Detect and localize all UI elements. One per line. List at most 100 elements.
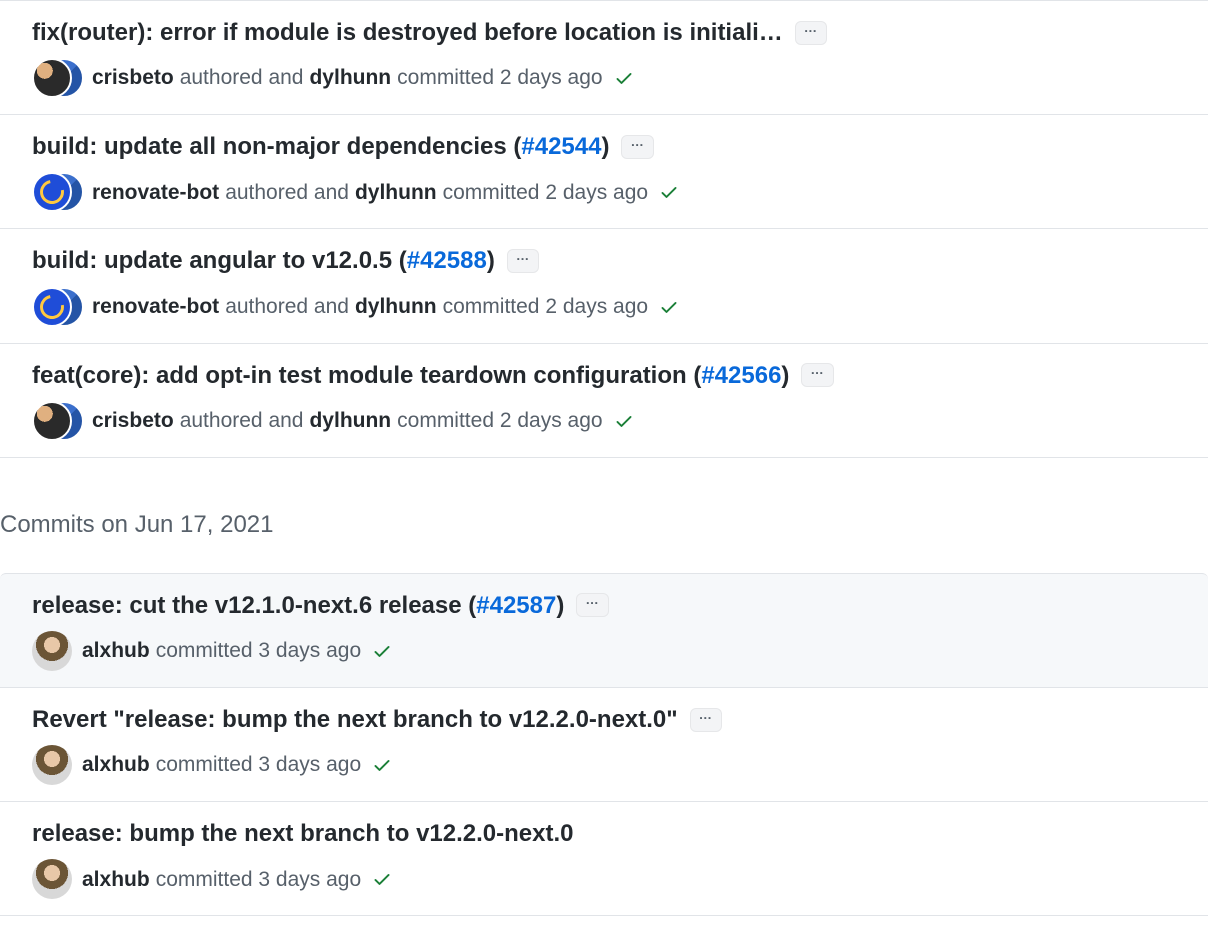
commit-time-text: committed 2 days ago — [397, 62, 602, 94]
commit-item: Revert "release: bump the next branch to… — [0, 687, 1208, 802]
avatar-stack[interactable] — [32, 172, 82, 212]
authored-and-text: authored and — [180, 62, 304, 94]
commit-meta: alxhubcommitted 3 days ago — [32, 631, 1192, 671]
commit-title-link[interactable]: fix(router): error if module is destroye… — [32, 17, 783, 48]
authored-and-text: authored and — [180, 405, 304, 437]
authored-and-text: authored and — [225, 291, 349, 323]
expand-message-button[interactable]: … — [576, 593, 608, 617]
author-link[interactable]: alxhub — [82, 635, 150, 667]
expand-message-button[interactable]: … — [621, 135, 653, 159]
commit-time-text: committed 3 days ago — [156, 749, 361, 781]
commit-meta-text: renovate-botauthored anddylhunncommitted… — [92, 291, 680, 323]
commit-title-tail: ) — [556, 592, 564, 619]
committer-link[interactable]: dylhunn — [355, 177, 437, 209]
avatar[interactable] — [32, 745, 72, 785]
commit-time-text: committed 3 days ago — [156, 864, 361, 896]
commit-title-text: build: update all non-major dependencies… — [32, 133, 521, 160]
expand-message-button[interactable]: … — [507, 249, 539, 273]
commit-title-row: release: bump the next branch to v12.2.0… — [32, 818, 1192, 849]
commit-time-text: committed 2 days ago — [443, 291, 648, 323]
date-heading: Commits on Jun 17, 2021 — [0, 457, 1208, 573]
commit-item: release: bump the next branch to v12.2.0… — [0, 801, 1208, 916]
commit-title-text: build: update angular to v12.0.5 ( — [32, 247, 407, 274]
committer-link[interactable]: dylhunn — [309, 62, 391, 94]
ellipsis-icon: … — [810, 367, 824, 373]
commit-group: release: cut the v12.1.0-next.6 release … — [0, 573, 1208, 917]
commit-title-tail: ) — [601, 133, 609, 160]
ellipsis-icon: … — [699, 712, 713, 718]
pr-link[interactable]: #42587 — [476, 592, 556, 619]
author-link[interactable]: alxhub — [82, 749, 150, 781]
avatar-stack[interactable] — [32, 401, 82, 441]
commit-meta: alxhubcommitted 3 days ago — [32, 859, 1192, 899]
avatar-stack[interactable] — [32, 859, 72, 899]
status-check-icon[interactable] — [613, 67, 635, 89]
commit-title-row: feat(core): add opt-in test module teard… — [32, 360, 1192, 391]
status-check-icon[interactable] — [371, 868, 393, 890]
commit-item: build: update all non-major dependencies… — [0, 114, 1208, 229]
commit-meta: crisbetoauthored anddylhunncommitted 2 d… — [32, 401, 1192, 441]
avatar-stack[interactable] — [32, 631, 72, 671]
commit-item: build: update angular to v12.0.5 (#42588… — [0, 228, 1208, 343]
committer-link[interactable]: dylhunn — [355, 291, 437, 323]
committer-link[interactable]: dylhunn — [309, 405, 391, 437]
avatar-stack[interactable] — [32, 58, 82, 98]
avatar[interactable] — [32, 859, 72, 899]
avatar[interactable] — [32, 58, 72, 98]
commit-meta: crisbetoauthored anddylhunncommitted 2 d… — [32, 58, 1192, 98]
commit-title-row: build: update angular to v12.0.5 (#42588… — [32, 245, 1192, 276]
commit-title-text: release: cut the v12.1.0-next.6 release … — [32, 592, 476, 619]
commit-meta-text: alxhubcommitted 3 days ago — [82, 864, 393, 896]
pr-link[interactable]: #42544 — [521, 133, 601, 160]
avatar[interactable] — [32, 401, 72, 441]
avatar-stack[interactable] — [32, 287, 82, 327]
status-check-icon[interactable] — [371, 640, 393, 662]
avatar[interactable] — [32, 287, 72, 327]
expand-message-button[interactable]: … — [690, 708, 722, 732]
ellipsis-icon: … — [516, 253, 530, 259]
commit-meta-text: crisbetoauthored anddylhunncommitted 2 d… — [92, 62, 635, 94]
commit-meta-text: renovate-botauthored anddylhunncommitted… — [92, 177, 680, 209]
commit-item: feat(core): add opt-in test module teard… — [0, 343, 1208, 458]
author-link[interactable]: renovate-bot — [92, 291, 219, 323]
commit-meta-text: crisbetoauthored anddylhunncommitted 2 d… — [92, 405, 635, 437]
expand-message-button[interactable]: … — [795, 21, 827, 45]
author-link[interactable]: alxhub — [82, 864, 150, 896]
status-check-icon[interactable] — [658, 181, 680, 203]
commit-title-link[interactable]: release: bump the next branch to v12.2.0… — [32, 818, 574, 849]
commit-meta: alxhubcommitted 3 days ago — [32, 745, 1192, 785]
commit-title-link[interactable]: build: update angular to v12.0.5 (#42588… — [32, 245, 495, 276]
commit-title-tail: ) — [487, 247, 495, 274]
author-link[interactable]: crisbeto — [92, 62, 174, 94]
status-check-icon[interactable] — [658, 296, 680, 318]
authored-and-text: authored and — [225, 177, 349, 209]
commit-group: fix(router): error if module is destroye… — [0, 0, 1208, 458]
commit-meta-text: alxhubcommitted 3 days ago — [82, 749, 393, 781]
commit-title-row: Revert "release: bump the next branch to… — [32, 704, 1192, 735]
commit-title-row: build: update all non-major dependencies… — [32, 131, 1192, 162]
commit-time-text: committed 2 days ago — [443, 177, 648, 209]
avatar[interactable] — [32, 631, 72, 671]
commit-title-link[interactable]: release: cut the v12.1.0-next.6 release … — [32, 590, 564, 621]
commit-title-link[interactable]: Revert "release: bump the next branch to… — [32, 704, 678, 735]
ellipsis-icon: … — [630, 139, 644, 145]
ellipsis-icon: … — [804, 25, 818, 31]
expand-message-button[interactable]: … — [801, 363, 833, 387]
commit-meta: renovate-botauthored anddylhunncommitted… — [32, 172, 1192, 212]
pr-link[interactable]: #42566 — [701, 362, 781, 389]
status-check-icon[interactable] — [371, 754, 393, 776]
pr-link[interactable]: #42588 — [407, 247, 487, 274]
author-link[interactable]: renovate-bot — [92, 177, 219, 209]
commit-time-text: committed 2 days ago — [397, 405, 602, 437]
commit-item: fix(router): error if module is destroye… — [0, 0, 1208, 115]
commit-list: fix(router): error if module is destroye… — [0, 0, 1208, 916]
commit-title-link[interactable]: feat(core): add opt-in test module teard… — [32, 360, 789, 391]
avatar-stack[interactable] — [32, 745, 72, 785]
commit-title-link[interactable]: build: update all non-major dependencies… — [32, 131, 609, 162]
commit-meta: renovate-botauthored anddylhunncommitted… — [32, 287, 1192, 327]
commit-time-text: committed 3 days ago — [156, 635, 361, 667]
status-check-icon[interactable] — [613, 410, 635, 432]
commit-title-row: fix(router): error if module is destroye… — [32, 17, 1192, 48]
author-link[interactable]: crisbeto — [92, 405, 174, 437]
ellipsis-icon: … — [585, 597, 599, 603]
